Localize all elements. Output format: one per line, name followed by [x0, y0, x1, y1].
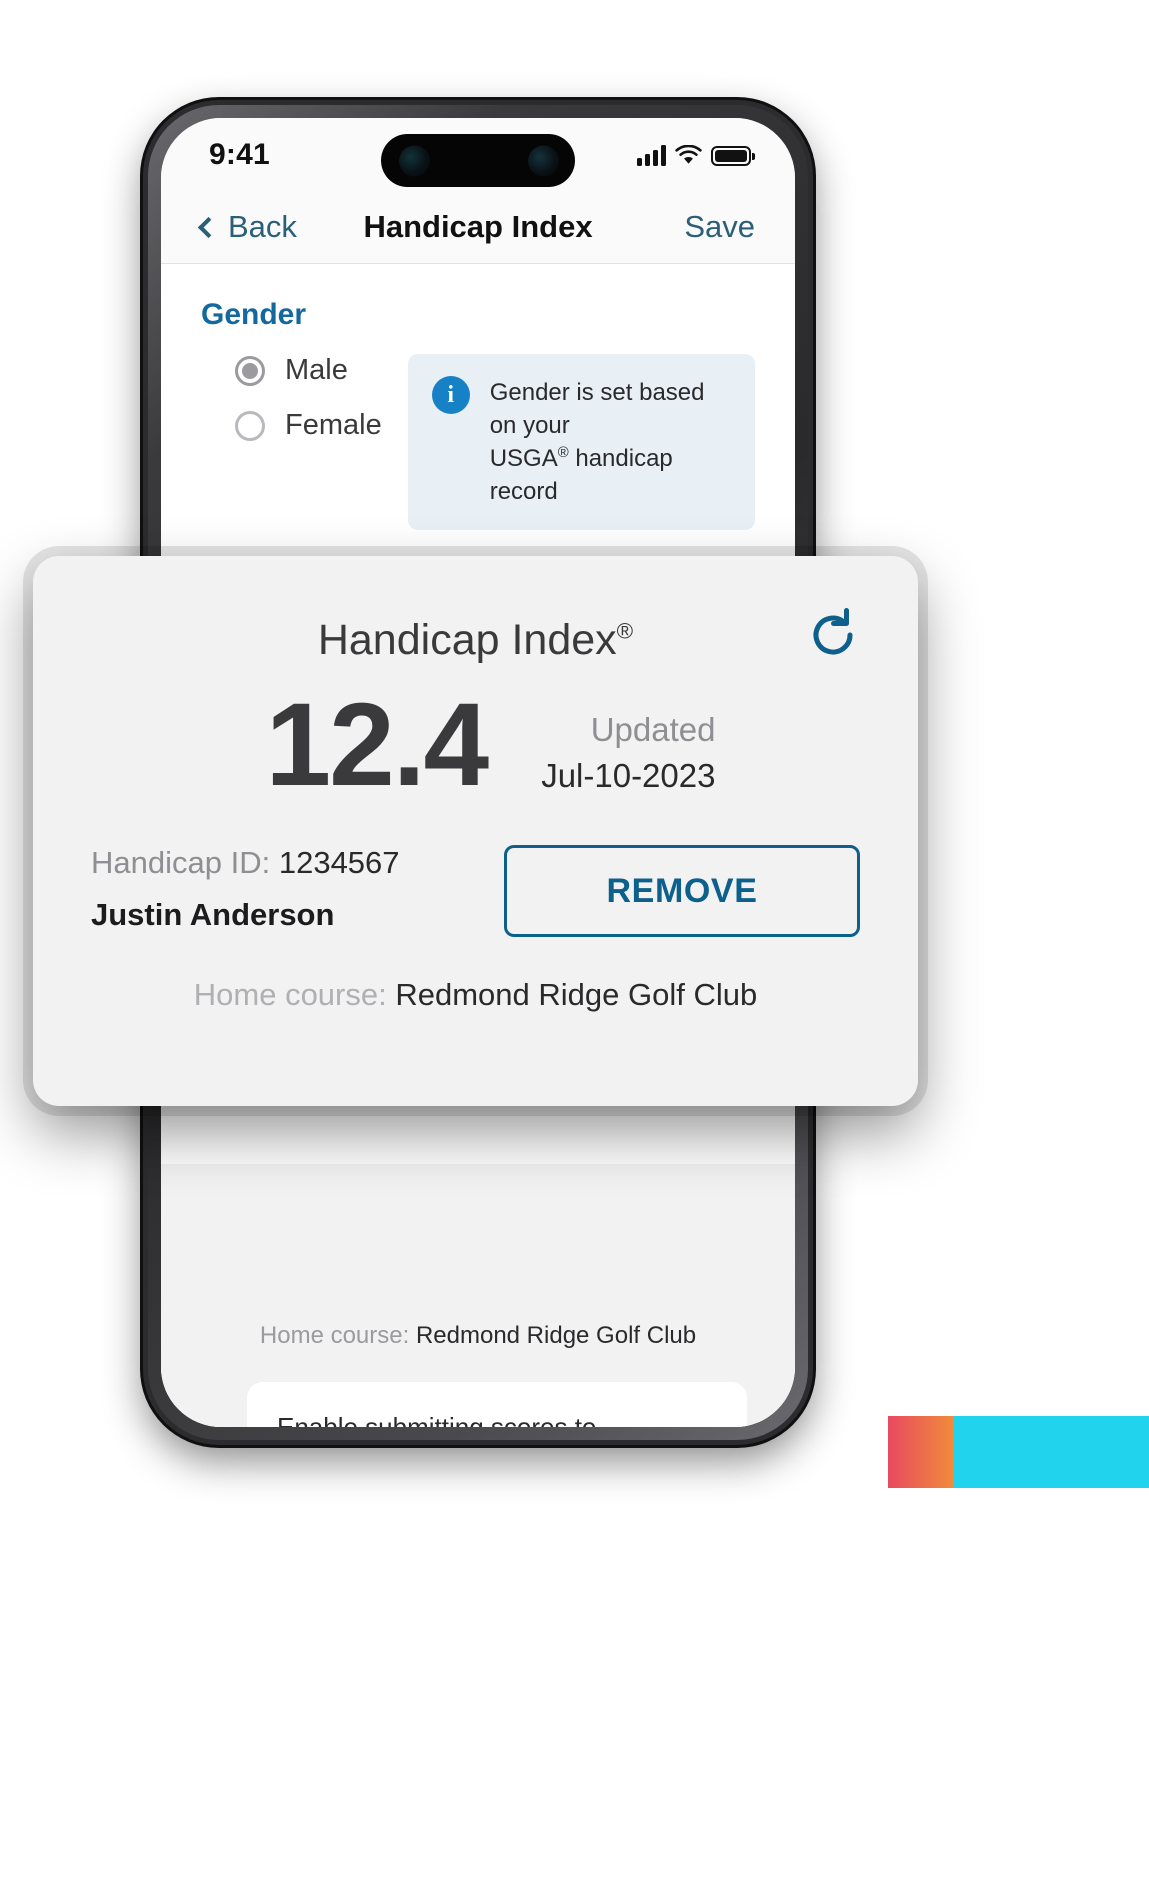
lower-home-course-value: Redmond Ridge Golf Club — [416, 1322, 696, 1349]
info-icon: i — [432, 376, 470, 414]
navigation-bar: Back Handicap Index Save — [161, 190, 795, 264]
handicap-id-label: Handicap ID: — [91, 845, 270, 880]
index-value-row: 12.4 Updated Jul-10-2023 — [33, 689, 918, 801]
back-button[interactable]: Back — [201, 209, 297, 245]
gender-info-callout: i Gender is set based on your USGA® hand… — [408, 354, 755, 530]
member-identity: Handicap ID: 1234567 Justin Anderson — [91, 845, 400, 933]
lower-home-course: Home course: Redmond Ridge Golf Club — [161, 1322, 795, 1350]
callout-usga-word: USGA — [490, 445, 558, 472]
overlay-card-header: Handicap Index® — [33, 556, 918, 665]
gender-info-text: Gender is set based on your USGA® handic… — [490, 376, 731, 508]
submit-scores-label: Enable submitting scores to the USGA® Ha… — [277, 1410, 603, 1427]
chevron-left-icon — [198, 217, 219, 238]
radio-male-label: Male — [285, 354, 348, 387]
overlay-home-course-value: Redmond Ridge Golf Club — [395, 977, 757, 1012]
handicap-index-overlay-card: Handicap Index® 12.4 Updated Jul-10-2023… — [33, 556, 918, 1106]
gender-block: Male Female i Gender is set based on you… — [201, 354, 755, 530]
toggle-text-line-1: Enable submitting scores to the — [277, 1412, 596, 1427]
registered-mark-icon: ® — [558, 445, 569, 461]
handicap-index-value: 12.4 — [266, 689, 488, 801]
overlay-home-course: Home course: Redmond Ridge Golf Club — [33, 977, 918, 1013]
radio-option-female[interactable]: Female — [235, 409, 382, 442]
handicap-id-line: Handicap ID: 1234567 — [91, 845, 400, 881]
handicap-id-value: 1234567 — [279, 845, 400, 880]
overlay-home-course-label: Home course: — [194, 977, 387, 1012]
submit-scores-toggle-card: Enable submitting scores to the USGA® Ha… — [247, 1382, 747, 1427]
page-title: Handicap Index — [363, 209, 592, 245]
refresh-icon[interactable] — [806, 608, 860, 662]
screenshot-root: 9:41 — [0, 0, 1149, 1888]
dynamic-island — [381, 134, 575, 187]
overlay-card-title: Handicap Index® — [318, 616, 633, 664]
member-row: Handicap ID: 1234567 Justin Anderson REM… — [33, 801, 918, 937]
warm-accent-strip — [888, 1416, 953, 1488]
status-bar: 9:41 — [161, 118, 795, 190]
radio-option-male[interactable]: Male — [235, 354, 382, 387]
front-camera-icon — [528, 145, 559, 176]
member-name: Justin Anderson — [91, 897, 400, 933]
callout-line-1: Gender is set based on your — [490, 379, 705, 439]
face-id-sensor-icon — [399, 145, 430, 176]
status-time: 9:41 — [209, 138, 270, 172]
back-label: Back — [228, 209, 297, 245]
gender-section-title: Gender — [201, 298, 755, 332]
radio-male-icon[interactable] — [235, 356, 265, 386]
gender-options: Male Female — [201, 354, 382, 464]
save-button[interactable]: Save — [684, 209, 755, 245]
updated-block: Updated Jul-10-2023 — [541, 711, 715, 801]
battery-icon — [711, 146, 751, 166]
radio-female-icon[interactable] — [235, 411, 265, 441]
overlay-card-title-text: Handicap Index — [318, 616, 617, 664]
updated-date: Jul-10-2023 — [541, 757, 715, 795]
radio-female-label: Female — [285, 409, 382, 442]
updated-label: Updated — [541, 711, 715, 749]
remove-button[interactable]: REMOVE — [504, 845, 860, 937]
lower-home-course-label: Home course: — [260, 1322, 409, 1349]
wifi-icon — [675, 145, 702, 166]
registered-mark-icon: ® — [617, 619, 633, 644]
status-icons — [637, 140, 751, 166]
cellular-signal-icon — [637, 145, 666, 166]
cyan-accent-strip — [953, 1416, 1149, 1488]
